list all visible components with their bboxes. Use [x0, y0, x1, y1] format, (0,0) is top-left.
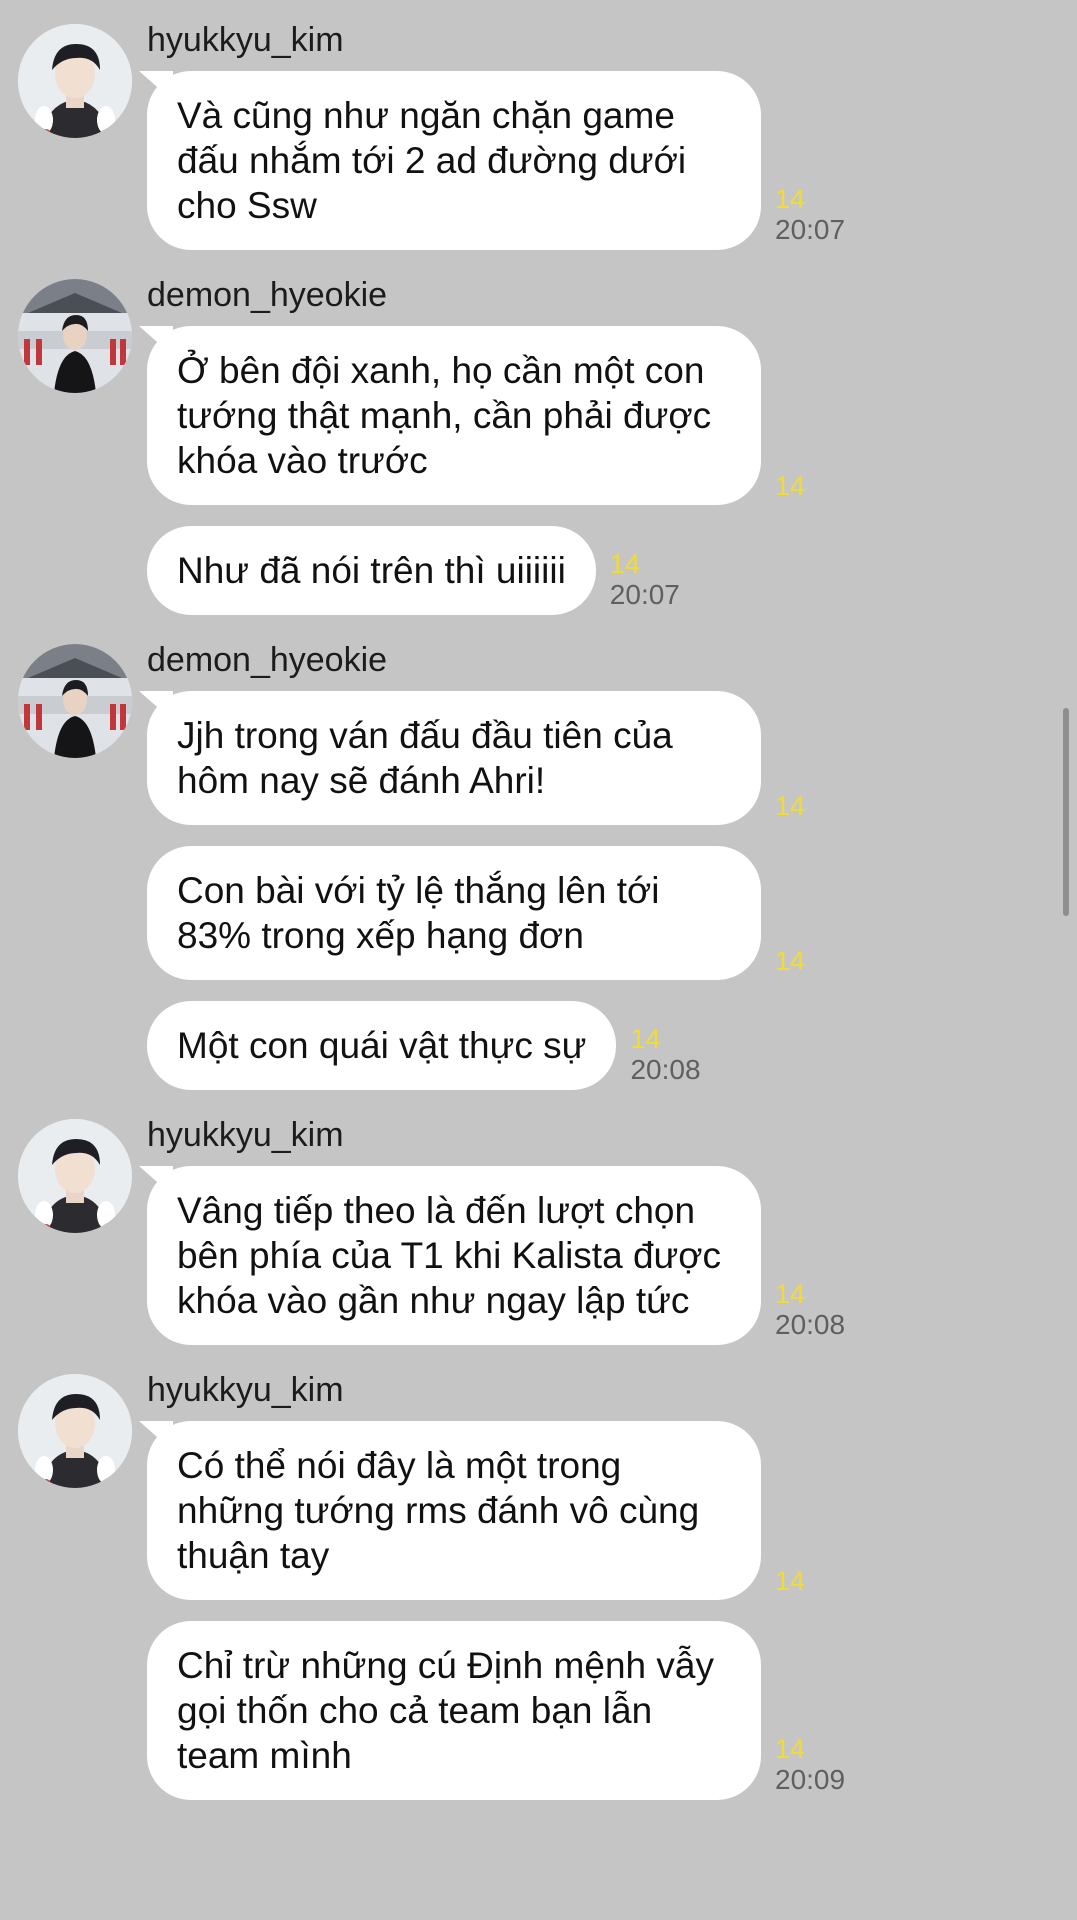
sender-name: hyukkyu_kim — [147, 1371, 344, 1409]
message-bubble[interactable]: Và cũng như ngăn chặn game đấu nhắm tới … — [147, 71, 761, 250]
unread-count: 14 — [775, 791, 806, 821]
message-row: Vâng tiếp theo là đến lượt chọn bên phía… — [147, 1166, 1077, 1345]
avatar-photo-hyukkyu — [18, 24, 132, 138]
message-meta: 14 20:07 — [610, 549, 680, 615]
avatar[interactable] — [18, 1374, 132, 1488]
unread-count: 14 — [775, 946, 806, 976]
sender-name: hyukkyu_kim — [147, 21, 344, 59]
message-meta: 14 20:07 — [775, 184, 845, 250]
message-row: Có thể nói đây là một trong những tướng … — [147, 1421, 1077, 1600]
message-bubble[interactable]: Chỉ trừ những cú Định mệnh vẫy gọi thốn … — [147, 1621, 761, 1800]
avatar[interactable] — [18, 1119, 132, 1233]
message-time: 20:08 — [775, 1309, 846, 1340]
message-time: 20:08 — [630, 1054, 701, 1085]
sender-name: hyukkyu_kim — [147, 1116, 344, 1154]
avatar-photo-hyukkyu — [18, 1119, 132, 1233]
message-meta: 14 20:08 — [630, 1024, 700, 1090]
message-time: 20:07 — [609, 579, 680, 610]
avatar-photo-hyukkyu — [18, 1374, 132, 1488]
message-row: Chỉ trừ những cú Định mệnh vẫy gọi thốn … — [147, 1621, 1077, 1800]
message-group: demon_hyeokie Ở bên đội xanh, họ cần một… — [0, 275, 1077, 615]
sender-name: demon_hyeokie — [147, 276, 388, 314]
message-group: hyukkyu_kim Và cũng như ngăn chặn game đ… — [0, 20, 1077, 250]
message-row: Con bài với tỷ lệ thắng lên tới 83% tron… — [147, 846, 1077, 980]
message-meta: 14 — [775, 471, 805, 505]
message-row: Jjh trong ván đấu đầu tiên của hôm nay s… — [147, 691, 1077, 825]
message-meta: 14 — [775, 1566, 805, 1600]
message-row: Một con quái vật thực sự 14 20:08 — [147, 1001, 1077, 1090]
message-bubble[interactable]: Jjh trong ván đấu đầu tiên của hôm nay s… — [147, 691, 761, 825]
unread-count: 14 — [775, 1279, 806, 1309]
message-meta: 14 20:09 — [775, 1734, 845, 1800]
message-meta: 14 — [775, 791, 805, 825]
message-bubble[interactable]: Vâng tiếp theo là đến lượt chọn bên phía… — [147, 1166, 761, 1345]
unread-count: 14 — [775, 1566, 806, 1596]
avatar-photo-hyeokie — [18, 279, 132, 393]
avatar-photo-hyeokie — [18, 644, 132, 758]
message-group: demon_hyeokie Jjh trong ván đấu đầu tiên… — [0, 640, 1077, 1090]
message-row: Và cũng như ngăn chặn game đấu nhắm tới … — [147, 71, 1077, 250]
message-bubble[interactable]: Có thể nói đây là một trong những tướng … — [147, 1421, 761, 1600]
unread-count: 14 — [775, 471, 806, 501]
sender-name: demon_hyeokie — [147, 641, 388, 679]
message-meta: 14 — [775, 946, 805, 980]
message-bubble[interactable]: Một con quái vật thực sự — [147, 1001, 617, 1090]
unread-count: 14 — [609, 549, 640, 579]
message-group: hyukkyu_kim Vâng tiếp theo là đến lượt c… — [0, 1115, 1077, 1345]
message-row: Ở bên đội xanh, họ cần một con tướng thậ… — [147, 326, 1077, 505]
message-time: 20:07 — [775, 214, 846, 245]
message-bubble[interactable]: Như đã nói trên thì uiiiiii — [147, 526, 596, 615]
chat-messages-area[interactable]: hyukkyu_kim Và cũng như ngăn chặn game đ… — [0, 0, 1077, 1920]
avatar[interactable] — [18, 279, 132, 393]
unread-count: 14 — [775, 1734, 806, 1764]
avatar[interactable] — [18, 24, 132, 138]
avatar[interactable] — [18, 644, 132, 758]
message-time: 20:09 — [775, 1764, 846, 1795]
scrollbar-thumb[interactable] — [1063, 708, 1069, 916]
message-bubble[interactable]: Con bài với tỷ lệ thắng lên tới 83% tron… — [147, 846, 761, 980]
message-bubble[interactable]: Ở bên đội xanh, họ cần một con tướng thậ… — [147, 326, 761, 505]
message-group: hyukkyu_kim Có thể nói đây là một trong … — [0, 1370, 1077, 1800]
message-meta: 14 20:08 — [775, 1279, 845, 1345]
unread-count: 14 — [630, 1024, 661, 1054]
unread-count: 14 — [775, 184, 806, 214]
message-row: Như đã nói trên thì uiiiiii 14 20:07 — [147, 526, 1077, 615]
